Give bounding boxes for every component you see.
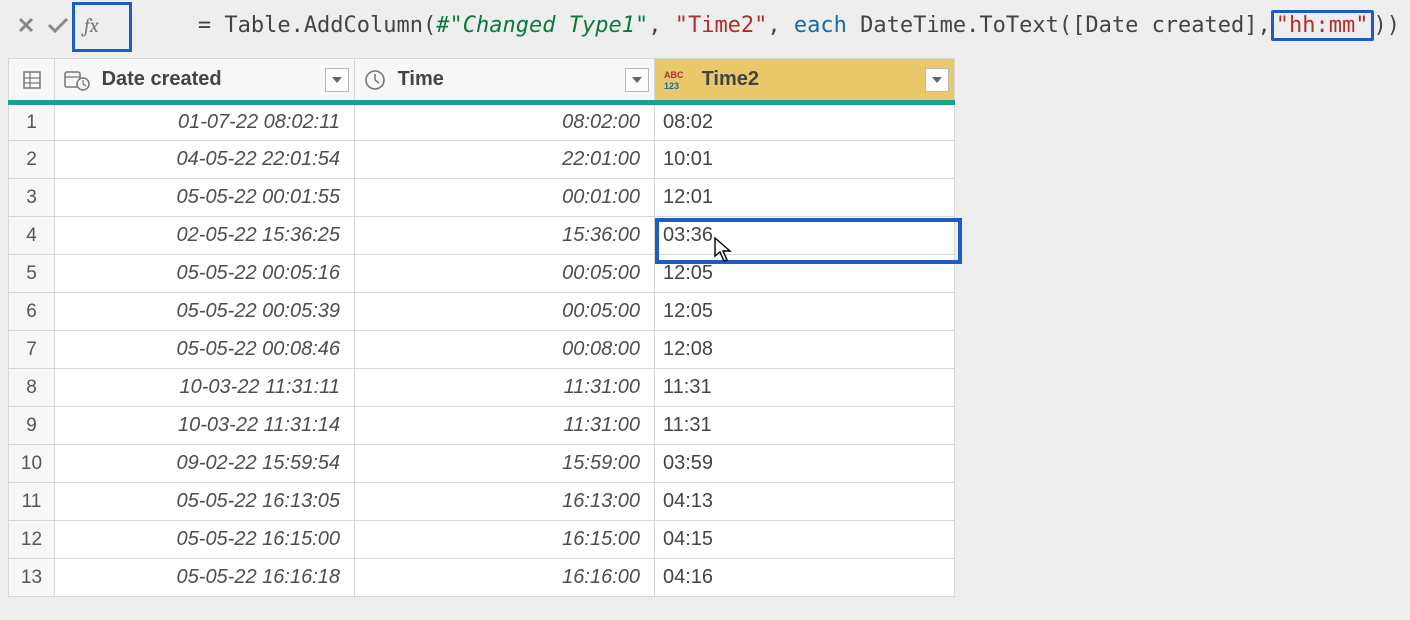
column-header-time[interactable]: Time [355,59,655,103]
column-header-time2[interactable]: ABC 123 Time2 [655,59,955,103]
fx-label: fx [74,14,108,37]
cell-time[interactable]: 00:01:00 [355,179,655,217]
formula-input[interactable]: = Table.AddColumn(#"Changed Type1", "Tim… [108,0,1400,63]
cell-time[interactable]: 22:01:00 [355,141,655,179]
cell-date-created[interactable]: 10-03-22 11:31:11 [55,369,355,407]
table-row: 1105-05-22 16:13:0516:13:0004:13 [9,483,955,521]
cell-time[interactable]: 00:08:00 [355,331,655,369]
svg-text:ABC: ABC [664,70,684,80]
cell-time[interactable]: 15:36:00 [355,217,655,255]
row-number[interactable]: 8 [9,369,55,407]
cell-time2[interactable]: 11:31 [655,407,955,445]
cell-time2[interactable]: 03:59 [655,445,955,483]
cell-date-created[interactable]: 04-05-22 22:01:54 [55,141,355,179]
cell-time2[interactable]: 10:01 [655,141,955,179]
row-number[interactable]: 11 [9,483,55,521]
cell-time2[interactable]: 12:08 [655,331,955,369]
table-row: 605-05-22 00:05:3900:05:0012:05 [9,293,955,331]
row-number[interactable]: 2 [9,141,55,179]
cell-date-created[interactable]: 05-05-22 00:05:16 [55,255,355,293]
table-row: 705-05-22 00:08:4600:08:0012:08 [9,331,955,369]
table-row: 402-05-22 15:36:2515:36:0003:36 [9,217,955,255]
highlighted-format-string: "hh:mm" [1271,10,1374,41]
confirm-button[interactable] [42,6,74,44]
row-number[interactable]: 7 [9,331,55,369]
column-label: Date created [102,68,222,90]
cell-time[interactable]: 15:59:00 [355,445,655,483]
column-label: Time2 [702,68,759,90]
column-header-date-created[interactable]: Date created [55,59,355,103]
table-row: 101-07-22 08:02:1108:02:0008:02 [9,103,955,141]
cell-time2[interactable]: 11:31 [655,369,955,407]
select-all-corner[interactable] [9,59,55,103]
row-number[interactable]: 4 [9,217,55,255]
table-row: 910-03-22 11:31:1411:31:0011:31 [9,407,955,445]
cell-date-created[interactable]: 05-05-22 16:13:05 [55,483,355,521]
cell-date-created[interactable]: 05-05-22 00:08:46 [55,331,355,369]
cell-time[interactable]: 08:02:00 [355,103,655,141]
formula-bar: fx = Table.AddColumn(#"Changed Type1", "… [0,0,1410,54]
cell-time2[interactable]: 12:05 [655,293,955,331]
datetime-icon [64,69,90,91]
table-row: 810-03-22 11:31:1111:31:0011:31 [9,369,955,407]
table-row: 305-05-22 00:01:5500:01:0012:01 [9,179,955,217]
svg-text:123: 123 [664,81,679,91]
cell-time[interactable]: 11:31:00 [355,369,655,407]
row-number[interactable]: 13 [9,559,55,597]
cell-date-created[interactable]: 05-05-22 16:16:18 [55,559,355,597]
cell-date-created[interactable]: 01-07-22 08:02:11 [55,103,355,141]
column-filter-dropdown[interactable] [325,68,349,92]
row-number[interactable]: 10 [9,445,55,483]
cell-time[interactable]: 00:05:00 [355,255,655,293]
cell-time2[interactable]: 03:36 [655,217,955,255]
clock-icon [364,69,386,91]
cell-date-created[interactable]: 10-03-22 11:31:14 [55,407,355,445]
cell-date-created[interactable]: 09-02-22 15:59:54 [55,445,355,483]
cell-time[interactable]: 11:31:00 [355,407,655,445]
cell-date-created[interactable]: 05-05-22 00:05:39 [55,293,355,331]
row-number[interactable]: 6 [9,293,55,331]
cell-time2[interactable]: 04:13 [655,483,955,521]
table-row: 204-05-22 22:01:5422:01:0010:01 [9,141,955,179]
cell-date-created[interactable]: 02-05-22 15:36:25 [55,217,355,255]
row-number[interactable]: 3 [9,179,55,217]
table-row: 505-05-22 00:05:1600:05:0012:05 [9,255,955,293]
cell-time[interactable]: 00:05:00 [355,293,655,331]
cell-time2[interactable]: 04:16 [655,559,955,597]
table-row: 1205-05-22 16:15:0016:15:0004:15 [9,521,955,559]
cell-date-created[interactable]: 05-05-22 00:01:55 [55,179,355,217]
row-number[interactable]: 1 [9,103,55,141]
cell-time[interactable]: 16:15:00 [355,521,655,559]
column-label: Time [398,68,444,90]
row-number[interactable]: 12 [9,521,55,559]
formula-text: = Table.AddColumn(#"Changed Type1", "Tim… [118,0,1400,63]
table-row: 1009-02-22 15:59:5415:59:0003:59 [9,445,955,483]
cell-time2[interactable]: 12:01 [655,179,955,217]
data-grid: Date created Time [8,58,955,597]
cell-time2[interactable]: 04:15 [655,521,955,559]
column-filter-dropdown[interactable] [925,68,949,92]
any-type-icon: ABC 123 [664,69,690,91]
cell-time[interactable]: 16:13:00 [355,483,655,521]
row-number[interactable]: 5 [9,255,55,293]
table-row: 1305-05-22 16:16:1816:16:0004:16 [9,559,955,597]
cancel-button[interactable] [10,6,42,44]
cell-date-created[interactable]: 05-05-22 16:15:00 [55,521,355,559]
cell-time2[interactable]: 12:05 [655,255,955,293]
row-number[interactable]: 9 [9,407,55,445]
cell-time2[interactable]: 08:02 [655,103,955,141]
column-filter-dropdown[interactable] [625,68,649,92]
cell-time[interactable]: 16:16:00 [355,559,655,597]
